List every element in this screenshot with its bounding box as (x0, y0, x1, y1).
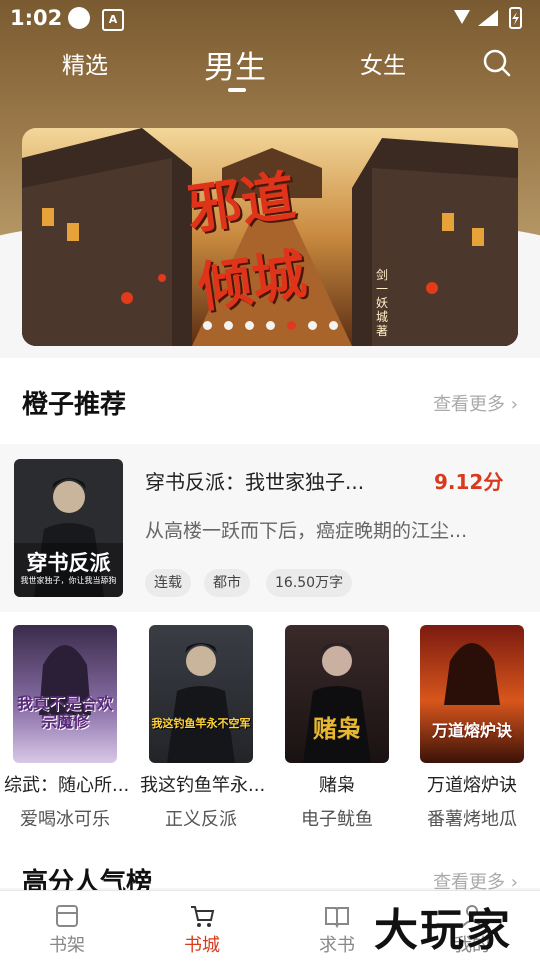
book-author: 电子鱿鱼 (301, 809, 373, 830)
carousel-dot[interactable] (202, 321, 212, 330)
bottom-tab-bookstore[interactable]: 书城 (162, 897, 242, 957)
featured-score: 9.12分 (434, 470, 504, 494)
book-cover-title: 我这钓鱼竿永不空军 (151, 717, 251, 730)
tag-status: 连载 (145, 569, 191, 597)
notification-dot-icon (68, 7, 90, 29)
book-title: 我这钓鱼竿永... (140, 775, 266, 796)
tag-genre: 都市 (204, 569, 250, 597)
chevron-right-icon: › (510, 394, 518, 415)
book-cover-image (167, 643, 235, 763)
banner-title: 邪道 倾城 (182, 151, 311, 322)
tab-male[interactable]: 男生 (204, 42, 266, 87)
book-cover: 我这钓鱼竿永不空军 (149, 625, 253, 763)
carousel-dots (22, 315, 518, 334)
bookshelf-icon (56, 905, 78, 927)
book-cover-image (444, 643, 500, 705)
tag-wordcount: 16.50万字 (266, 569, 353, 597)
book-title: 综武：随心所... (4, 775, 130, 796)
book-cover: 赌枭 (285, 625, 389, 763)
bottom-tab-request[interactable]: 求书 (297, 897, 377, 957)
book-author: 正义反派 (165, 809, 237, 830)
banner-title-char: 道 (236, 163, 300, 235)
book-item[interactable]: 我这钓鱼竿永不空军 我这钓鱼竿永... 正义反派 (140, 625, 266, 831)
carousel-dot[interactable] (223, 321, 233, 330)
banner-title-char: 邪 (183, 170, 246, 242)
featured-cover-subtitle: 我世家独子，你让我当舔狗 (20, 576, 117, 585)
book-cover-title: 我真不是合欢宗魔修 (17, 694, 114, 731)
banner-title-char: 城 (247, 241, 311, 313)
featured-cover: 穿书反派 我世家独子，你让我当舔狗 (14, 459, 123, 597)
carousel-dot-active[interactable] (286, 321, 296, 330)
app-notification-icon: A (102, 9, 124, 31)
tab-featured[interactable]: 精选 (62, 46, 108, 80)
featured-desc: 从高楼一跃而下后，癌症晚期的江尘... (145, 520, 468, 542)
see-more-label: 查看更多 (433, 394, 506, 415)
carousel-dot[interactable] (244, 321, 254, 330)
book-item[interactable]: 赌枭 赌枭 电子鱿鱼 (276, 625, 398, 831)
active-tab-indicator (228, 88, 246, 92)
featured-cover-title: 穿书反派 (26, 551, 111, 575)
cart-icon (191, 906, 215, 927)
featured-title: 穿书反派：我世家独子... (145, 470, 365, 494)
watermark: 大玩家 (374, 905, 512, 956)
book-title: 万道熔炉诀 (427, 775, 517, 796)
system-status-icons (454, 7, 522, 29)
bottom-tab-bookshelf[interactable]: 书架 (27, 897, 107, 957)
open-book-icon (325, 907, 349, 929)
see-more-link[interactable]: 查看更多 › (433, 390, 518, 416)
book-cover-title: 万道熔炉诀 (431, 721, 512, 740)
top-nav: 精选 男生 女生 (0, 38, 540, 98)
book-item[interactable]: 我真不是合欢宗魔修 综武：随心所... 爱喝冰可乐 (4, 625, 130, 831)
promo-banner[interactable]: 邪道 倾城 剑一妖城著 (22, 128, 518, 346)
book-cover-title: 赌枭 (313, 715, 361, 743)
status-bar: 1:02 A (0, 0, 540, 38)
bottom-tab-label: 求书 (319, 935, 355, 956)
book-author: 爱喝冰可乐 (20, 809, 110, 830)
book-item[interactable]: 万道熔炉诀 万道熔炉诀 番薯烤地瓜 (411, 625, 533, 831)
tab-female[interactable]: 女生 (360, 46, 406, 80)
featured-book[interactable]: 穿书反派 我世家独子，你让我当舔狗 穿书反派：我世家独子... 9.12分 从高… (0, 444, 540, 612)
bottom-tab-label: 书城 (184, 935, 220, 956)
search-icon[interactable] (480, 46, 514, 80)
book-cover: 我真不是合欢宗魔修 (13, 625, 117, 763)
carousel-dot[interactable] (328, 321, 338, 330)
section-title: 橙子推荐 (22, 390, 127, 420)
carousel-dot[interactable] (307, 321, 317, 330)
bottom-tab-label: 书架 (49, 935, 85, 956)
book-title: 赌枭 (319, 775, 355, 796)
status-time: 1:02 (10, 6, 63, 30)
carousel-dot[interactable] (265, 321, 275, 330)
book-cover: 万道熔炉诀 (420, 625, 524, 763)
banner-title-char: 倾 (194, 248, 257, 320)
book-author: 番薯烤地瓜 (427, 809, 517, 830)
